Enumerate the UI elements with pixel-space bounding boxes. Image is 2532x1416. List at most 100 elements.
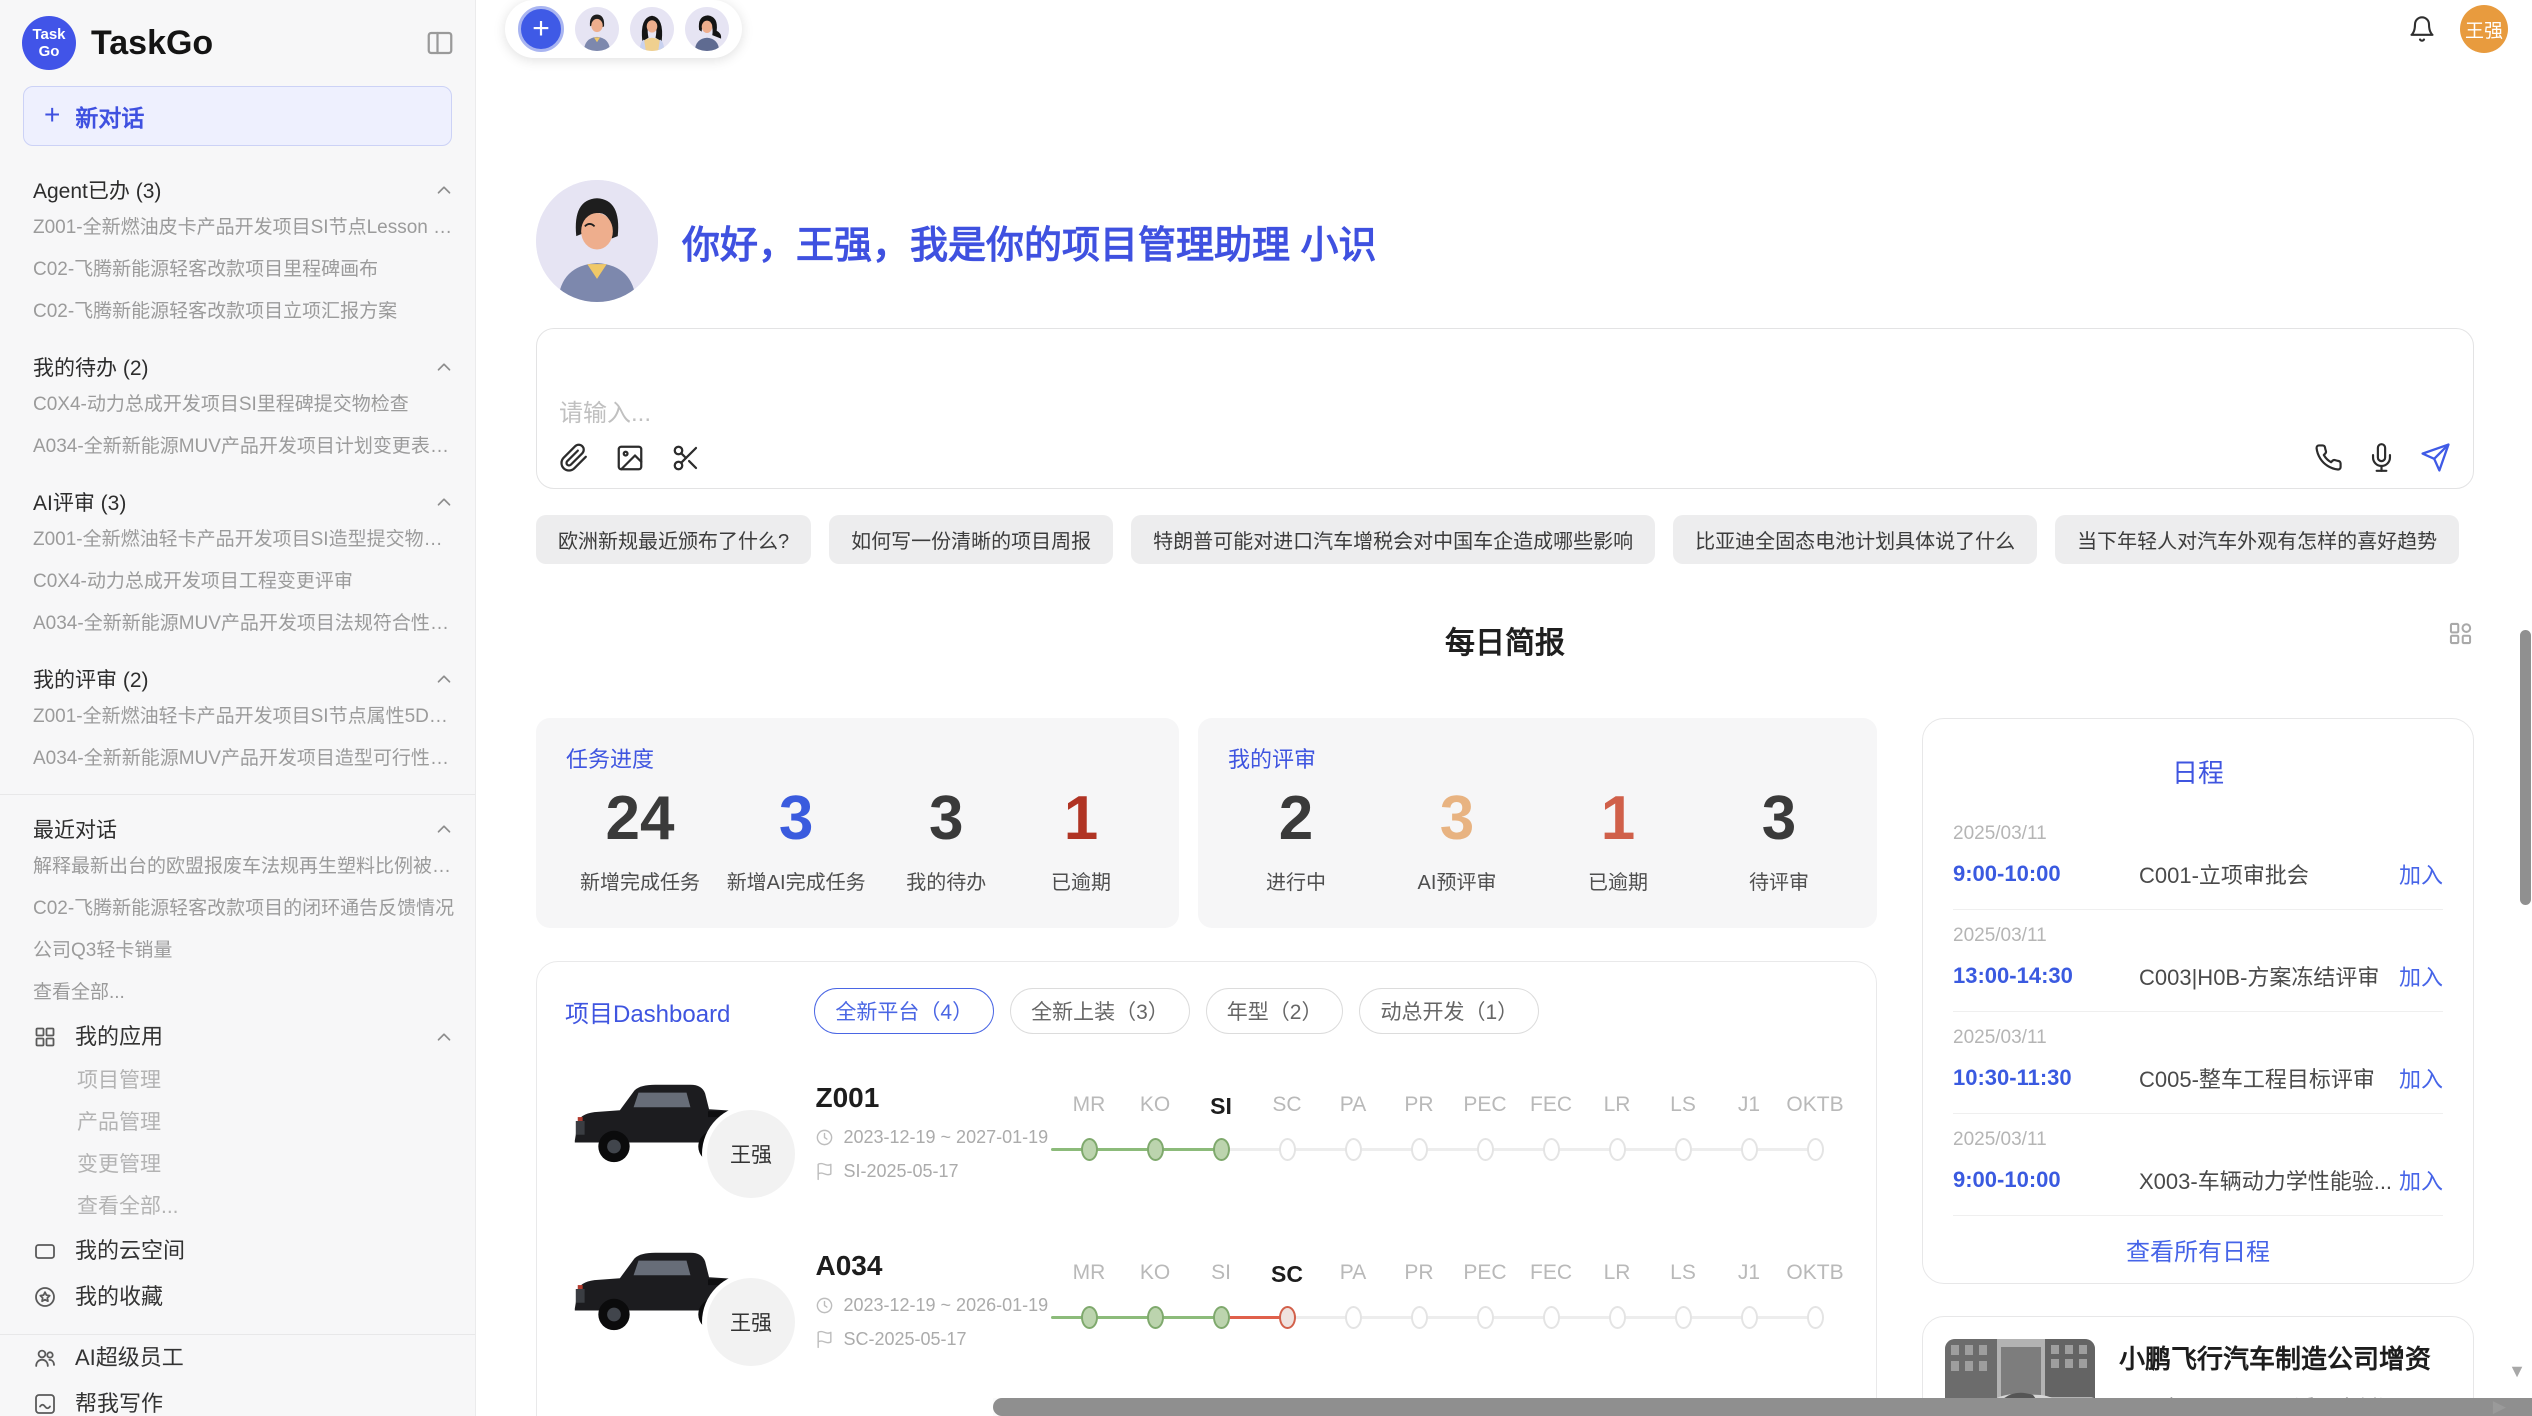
view-all-apps-link[interactable]: 查看全部...: [33, 1186, 455, 1228]
schedule-list: 2025/03/119:00-10:00C001-立项审批会加入2025/03/…: [1953, 808, 2443, 1216]
milestone-label: J1: [1716, 1261, 1782, 1288]
attach-icon[interactable]: [559, 443, 589, 473]
sidebar-task-item[interactable]: C0X4-动力总成开发项目SI里程碑提交物检查: [33, 384, 455, 426]
tool-label: 帮我写作: [75, 1381, 163, 1416]
phone-icon[interactable]: [2314, 443, 2343, 472]
milestone-labels: MRKOSISCPAPRPECFECLRLSJ1OKTB: [1056, 1093, 1848, 1120]
recent-conversation-item[interactable]: 公司Q3轻卡销量: [33, 930, 455, 972]
add-agent-button[interactable]: +: [518, 6, 564, 52]
chevron-up-icon: [433, 818, 455, 840]
sidebar-section-header[interactable]: AI评审 (3): [33, 487, 455, 517]
dashboard-filter-tab[interactable]: 全新平台（4）: [814, 988, 994, 1034]
user-avatar[interactable]: 王强: [2460, 5, 2508, 53]
sidebar-task-item[interactable]: C0X4-动力总成开发项目工程变更评审: [33, 561, 455, 603]
sidebar-tool-帮我写作[interactable]: 帮我写作: [33, 1381, 455, 1416]
recent-conversation-item[interactable]: 解释最新出台的欧盟报废车法规再生塑料比例被调至15%...: [33, 846, 455, 888]
my-review-card: 我的评审 2进行中3AI预评审1已逾期3待评审: [1198, 718, 1877, 928]
milestone-nodes: [1056, 1294, 1848, 1340]
sidebar-section-header[interactable]: 我的待办 (2): [33, 352, 455, 382]
scroll-right-arrow-icon[interactable]: ▶: [2493, 1398, 2506, 1416]
suggestion-chip[interactable]: 欧洲新规最近颁布了什么?: [536, 515, 811, 564]
sidebar-item-favorites[interactable]: 我的收藏: [33, 1274, 455, 1320]
milestone-label: KO: [1122, 1261, 1188, 1288]
recent-conversation-item[interactable]: C02-飞腾新能源轻客改款项目的闭环通告反馈情况: [33, 888, 455, 930]
sidebar-task-item[interactable]: Z001-全新燃油皮卡产品开发项目SI节点Lesson Learn报告: [33, 207, 455, 249]
sidebar-task-item[interactable]: C02-飞腾新能源轻客改款项目立项汇报方案: [33, 291, 455, 333]
dashboard-filter-tab[interactable]: 全新上装（3）: [1010, 988, 1190, 1034]
stat-value: 3: [1440, 784, 1474, 854]
stat-value: 3: [1762, 784, 1796, 854]
project-milestone: SI-2025-05-17: [815, 1161, 1050, 1182]
image-icon[interactable]: [615, 443, 645, 473]
milestone-label: PA: [1320, 1093, 1386, 1120]
view-all-schedule-link[interactable]: 查看所有日程: [1953, 1216, 2443, 1273]
section-title: Agent已办 (3): [33, 175, 161, 205]
horizontal-scrollbar-track[interactable]: ▶: [993, 1398, 2532, 1416]
send-icon[interactable]: [2420, 442, 2451, 473]
sidebar-item-cloud-space[interactable]: 我的云空间: [33, 1228, 455, 1274]
new-chat-button[interactable]: + 新对话: [23, 86, 452, 146]
composer-toolbar: [559, 442, 2451, 473]
stat-value: 3: [929, 784, 963, 854]
event-name: C003|H0B-方案冻结评审: [2139, 960, 2399, 992]
sidebar-section-header[interactable]: Agent已办 (3): [33, 175, 455, 205]
scroll-down-arrow-icon[interactable]: ▼: [2508, 1361, 2526, 1382]
recent-section-header[interactable]: 最近对话: [33, 814, 455, 844]
chevron-up-icon: [433, 668, 455, 690]
suggestion-chips: 欧洲新规最近颁布了什么? 如何写一份清晰的项目周报特朗普可能对进口汽车增税会对中国…: [536, 515, 2474, 564]
event-name: C001-立项审批会: [2139, 858, 2399, 890]
view-all-conversations-link[interactable]: 查看全部...: [33, 972, 455, 1014]
sidebar-tool-AI超级员工[interactable]: AI超级员工: [33, 1335, 455, 1381]
project-row[interactable]: 王强Z0012023-12-19 ~ 2027-01-19SI-2025-05-…: [565, 1062, 1848, 1202]
sidebar-header: Task Go TaskGo: [0, 0, 475, 80]
join-meeting-link[interactable]: 加入: [2399, 1062, 2443, 1094]
notifications-bell-icon[interactable]: [2408, 15, 2436, 43]
stat-item: 3AI预评审: [1403, 784, 1511, 895]
vertical-scrollbar-thumb[interactable]: [2520, 630, 2531, 905]
sidebar-task-item[interactable]: C02-飞腾新能源轻客改款项目里程碑画布: [33, 249, 455, 291]
sidebar-section-header[interactable]: 我的评审 (2): [33, 664, 455, 694]
sidebar-app-item[interactable]: 变更管理: [33, 1144, 455, 1186]
suggestion-chip[interactable]: 当下年轻人对汽车外观有怎样的喜好趋势: [2055, 515, 2459, 564]
sidebar-collapse-icon[interactable]: [425, 28, 455, 58]
project-row[interactable]: 王强A0342023-12-19 ~ 2026-01-19SC-2025-05-…: [565, 1230, 1848, 1370]
dashboard-filter-tab[interactable]: 动总开发（1）: [1359, 988, 1539, 1034]
sidebar-tools: AI超级员工帮我写作创意制图: [33, 1335, 455, 1416]
sidebar-app-item[interactable]: 产品管理: [33, 1102, 455, 1144]
event-row: 9:00-10:00C001-立项审批会加入: [1953, 858, 2443, 890]
microphone-icon[interactable]: [2367, 443, 2396, 472]
event-row: 10:30-11:30C005-整车工程目标评审加入: [1953, 1062, 2443, 1094]
dashboard-filter-tab[interactable]: 年型（2）: [1206, 988, 1344, 1034]
section-title: 我的待办 (2): [33, 352, 149, 382]
milestone-label: PR: [1386, 1261, 1452, 1288]
sidebar-task-item[interactable]: A034-全新新能源MUV产品开发项目法规符合性评审: [33, 603, 455, 645]
sidebar-app-item[interactable]: 项目管理: [33, 1060, 455, 1102]
milestone-node: [1543, 1138, 1560, 1161]
chat-input-box[interactable]: 请输入...: [536, 328, 2474, 489]
horizontal-scrollbar-thumb[interactable]: [993, 1398, 2532, 1416]
layout-grid-icon[interactable]: [2447, 620, 2474, 647]
sidebar-task-item[interactable]: A034-全新新能源MUV产品开发项目造型可行性评审: [33, 738, 455, 780]
project-owner-avatar: 王强: [707, 1278, 795, 1366]
join-meeting-link[interactable]: 加入: [2399, 1164, 2443, 1196]
sidebar-task-item[interactable]: A034-全新新能源MUV产品开发项目计划变更表编写: [33, 426, 455, 468]
dashboard-title: 项目Dashboard: [565, 994, 730, 1029]
agent-avatar-1[interactable]: [575, 7, 619, 51]
agent-avatar-3[interactable]: [685, 7, 729, 51]
agent-avatar-2[interactable]: [630, 7, 674, 51]
sidebar-task-item[interactable]: Z001-全新燃油轻卡产品开发项目SI节点属性5D文件评审: [33, 696, 455, 738]
briefing-columns: 任务进度 24新增完成任务3新增AI完成任务3我的待办1已逾期 我的评审 2进行…: [536, 718, 2474, 1416]
scissors-icon[interactable]: [671, 443, 701, 473]
sidebar-item-my-apps[interactable]: 我的应用: [33, 1014, 455, 1060]
stat-value: 3: [779, 784, 813, 854]
suggestion-chip[interactable]: 如何写一份清晰的项目周报: [829, 515, 1113, 564]
timeline-progress-line: [1051, 1148, 1221, 1151]
schedule-event: 2025/03/119:00-10:00X003-车辆动力学性能验...加入: [1953, 1114, 2443, 1216]
chevron-up-icon: [433, 356, 455, 378]
join-meeting-link[interactable]: 加入: [2399, 960, 2443, 992]
suggestion-chip[interactable]: 比亚迪全固态电池计划具体说了什么: [1673, 515, 2037, 564]
milestone-node: [1477, 1306, 1494, 1329]
suggestion-chip[interactable]: 特朗普可能对进口汽车增税会对中国车企造成哪些影响: [1131, 515, 1655, 564]
join-meeting-link[interactable]: 加入: [2399, 858, 2443, 890]
sidebar-task-item[interactable]: Z001-全新燃油轻卡产品开发项目SI造型提交物评审: [33, 519, 455, 561]
